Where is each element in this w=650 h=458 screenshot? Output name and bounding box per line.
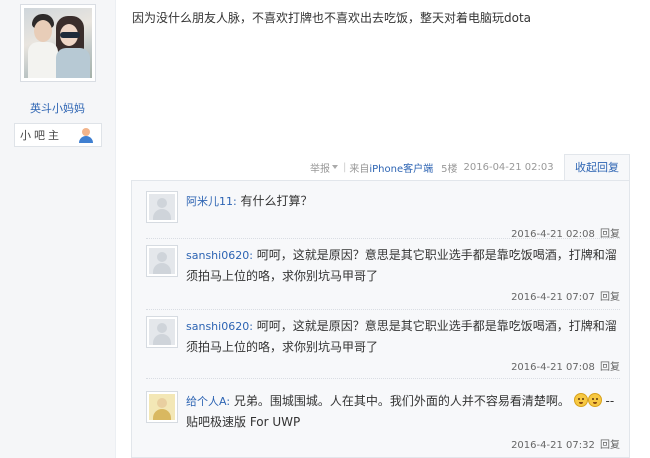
crying-emoji-icon	[587, 393, 602, 407]
reply-avatar[interactable]	[146, 391, 178, 423]
reply-button[interactable]: 回复	[600, 362, 620, 373]
client-link[interactable]: iPhone客户端	[369, 160, 433, 175]
post-datetime: 2016-04-21 02:03	[463, 161, 554, 173]
report-link[interactable]: 举报	[310, 160, 330, 175]
avatar-photo	[24, 8, 92, 78]
reply-button[interactable]: 回复	[600, 440, 620, 451]
reply-user-link[interactable]: sanshi0620:	[186, 320, 253, 333]
post-meta-bar: 举报 | 来自 iPhone客户端 5楼 2016-04-21 02:03	[310, 160, 554, 175]
reply-list: 阿米儿11: 有什么打算？ 2016-4-21 02:08 回复 sanshi0…	[131, 180, 630, 458]
author-sidebar: 英斗小妈妈 小吧主	[0, 0, 116, 458]
dropdown-triangle-icon[interactable]	[332, 165, 338, 169]
collapse-replies-button[interactable]: 收起回复	[564, 154, 630, 180]
divider	[146, 238, 620, 239]
divider	[146, 378, 620, 379]
reply-time: 2016-4-21 07:07	[511, 292, 595, 303]
author-name-link[interactable]: 英斗小妈妈	[0, 100, 115, 116]
reply-footer: 2016-4-21 07:07 回复	[511, 288, 620, 303]
reply-user-link[interactable]: 给个人A:	[186, 395, 230, 408]
reply-footer: 2016-4-21 07:08 回复	[511, 358, 620, 373]
divider	[146, 309, 620, 310]
floor-number: 5楼	[441, 163, 458, 175]
reply-avatar[interactable]	[146, 245, 178, 277]
role-label: 小吧主	[20, 129, 62, 142]
crying-emoji-icon	[573, 393, 588, 407]
author-avatar[interactable]	[20, 4, 96, 82]
role-badge: 小吧主	[14, 123, 102, 147]
reply-time: 2016-4-21 07:08	[511, 362, 595, 373]
reply-avatar[interactable]	[146, 191, 178, 223]
client-prefix: 来自	[349, 163, 370, 175]
reply-avatar[interactable]	[146, 316, 178, 348]
reply-user-link[interactable]: sanshi0620:	[186, 249, 253, 262]
reply-button[interactable]: 回复	[600, 292, 620, 303]
reply-text: 兄弟。围城围城。人在其中。我们外面的人并不容易看清楚啊。	[233, 394, 570, 408]
reply-footer: 2016-4-21 07:32 回复	[511, 436, 620, 451]
user-role-icon	[79, 128, 93, 143]
reply-text: 有什么打算？	[240, 194, 313, 208]
reply-user-link[interactable]: 阿米儿11:	[186, 195, 237, 208]
reply-time: 2016-4-21 07:32	[511, 440, 595, 451]
post-content: 因为没什么朋友人脉，不喜欢打牌也不喜欢出去吃饭，整天对着电脑玩dota	[132, 11, 532, 25]
